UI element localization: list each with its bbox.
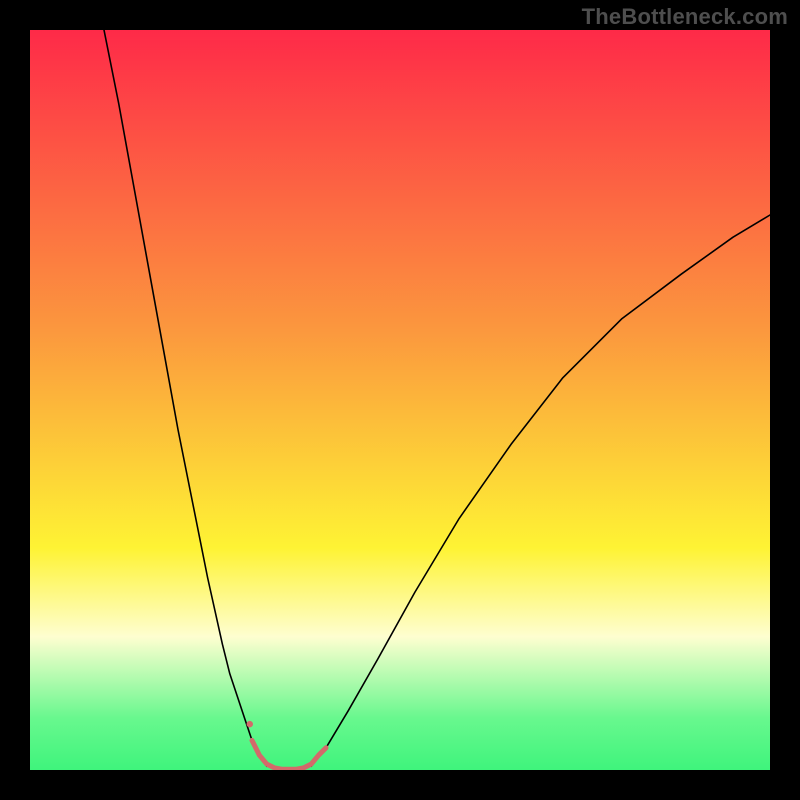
- marker-layer: [247, 721, 253, 727]
- chart-frame: TheBottleneck.com: [0, 0, 800, 800]
- plot-area: [30, 30, 770, 770]
- watermark-text: TheBottleneck.com: [582, 4, 788, 30]
- gradient-background: [30, 30, 770, 770]
- marker-0: [247, 721, 253, 727]
- plot-svg: [30, 30, 770, 770]
